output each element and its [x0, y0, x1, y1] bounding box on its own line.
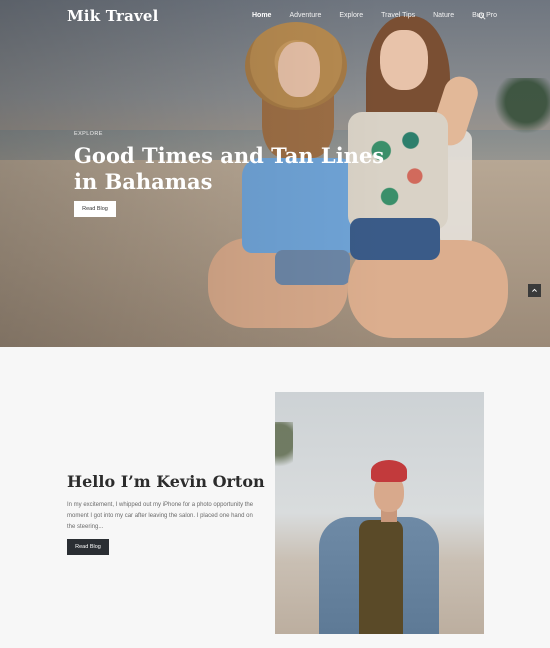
nav-travel-tips[interactable]: Travel Tips [381, 12, 415, 19]
main-nav: Home Adventure Explore Travel Tips Natur… [252, 12, 515, 19]
about-title: Hello I’m Kevin Orton [67, 472, 265, 491]
about-section: Hello I’m Kevin Orton In my excitement, … [0, 347, 550, 648]
about-read-blog-button[interactable]: Read Blog [67, 539, 109, 555]
hero-eyebrow: EXPLORE [74, 131, 103, 137]
site-logo[interactable]: Mik Travel [67, 7, 159, 25]
about-text: In my excitement, I whipped out my iPhon… [67, 502, 254, 530]
nav-nature[interactable]: Nature [433, 12, 454, 19]
search-icon[interactable] [478, 12, 486, 20]
hero-title-line-1: Good Times and Tan Lines [74, 143, 385, 168]
chevron-up-icon [532, 288, 537, 292]
nav-home[interactable]: Home [252, 12, 271, 19]
hero-read-blog-button[interactable]: Read Blog [74, 201, 116, 217]
nav-adventure[interactable]: Adventure [289, 12, 321, 19]
hero-title: Good Times and Tan Lines in Bahamas [74, 143, 404, 195]
author-portrait [275, 392, 484, 634]
portrait-shirt [359, 520, 403, 634]
portrait-palm [275, 422, 293, 482]
nav-explore[interactable]: Explore [339, 12, 363, 19]
portrait-cap [371, 460, 407, 482]
hero-title-line-2: in Bahamas [74, 169, 213, 194]
scroll-to-top-button[interactable] [528, 284, 541, 297]
